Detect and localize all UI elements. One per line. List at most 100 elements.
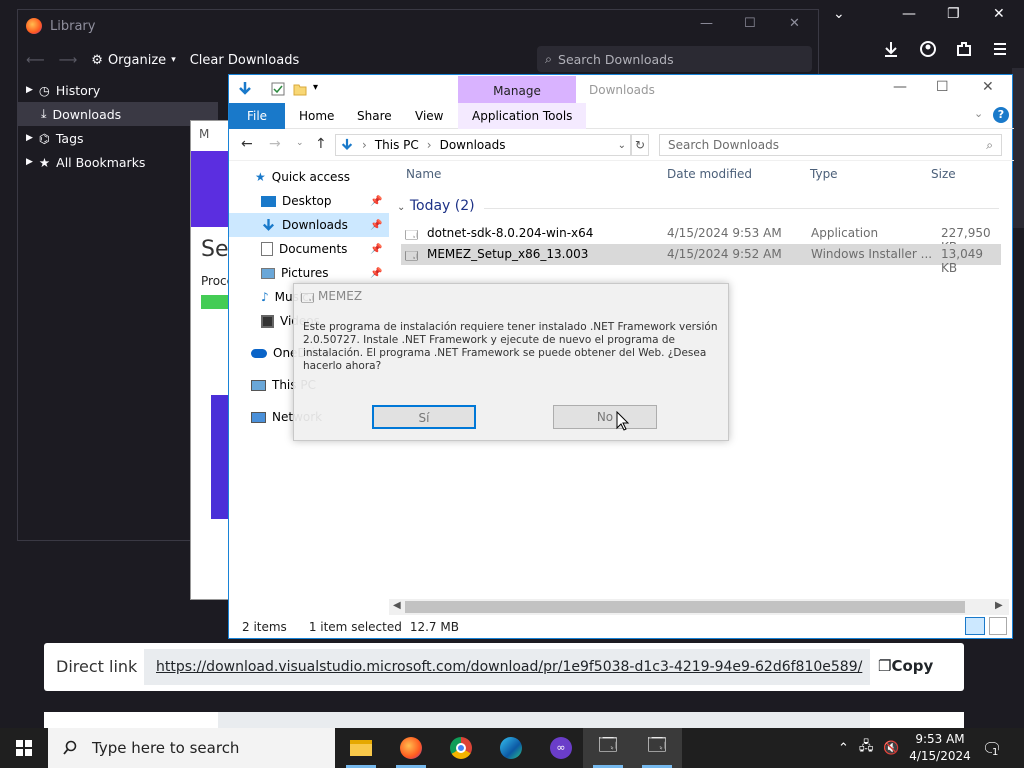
file-explorer-icon[interactable] xyxy=(336,728,386,768)
video-icon xyxy=(261,314,274,328)
desktop-icon xyxy=(261,195,276,207)
address-bar[interactable]: › This PC › Downloads ⌄ xyxy=(335,134,631,156)
pin-icon: 📌 xyxy=(370,195,383,207)
yes-button[interactable]: Sí xyxy=(372,405,476,429)
clock-time: 9:53 AM xyxy=(915,732,965,746)
group-header[interactable]: ⌄ Today (2) xyxy=(397,198,475,214)
status-item-count: 2 items xyxy=(242,620,287,634)
network-icon[interactable]: 🖧 xyxy=(859,737,874,759)
second-link-url[interactable] xyxy=(218,712,870,728)
copy-button[interactable]: ❐Copy xyxy=(878,657,933,675)
sidebar-item-history[interactable]: ▶ ◷ History xyxy=(18,78,218,102)
back-icon[interactable]: ← xyxy=(241,136,253,152)
downloads-icon[interactable] xyxy=(882,40,900,58)
installer-icon[interactable]: 🗔 xyxy=(583,728,633,768)
show-hidden-icons-icon[interactable]: ⌃ xyxy=(838,741,849,756)
maximize-button[interactable]: ☐ xyxy=(936,79,949,95)
app-icon[interactable]: ∞ xyxy=(536,728,586,768)
start-button[interactable] xyxy=(0,728,48,768)
chrome-icon[interactable] xyxy=(436,728,486,768)
help-icon[interactable]: ? xyxy=(993,107,1009,123)
installer-icon[interactable]: 🗔 xyxy=(632,728,682,768)
second-link-bar xyxy=(44,712,964,728)
network-icon xyxy=(251,411,266,423)
quick-access-toolbar-icon[interactable] xyxy=(237,81,253,97)
firefox-icon[interactable] xyxy=(386,728,436,768)
nav-quick-access[interactable]: ★ Quick access xyxy=(229,165,389,189)
maximize-button[interactable]: ☐ xyxy=(744,16,756,31)
notification-center-button[interactable]: 🗨1 xyxy=(982,728,1002,768)
status-selected: 1 item selected xyxy=(308,620,402,634)
volume-muted-icon[interactable]: 🔇 xyxy=(883,741,899,756)
music-icon: ♪ xyxy=(261,290,269,304)
edge-icon[interactable] xyxy=(486,728,536,768)
pictures-icon xyxy=(261,267,275,279)
extensions-icon[interactable] xyxy=(955,40,973,58)
sidebar-item-tags[interactable]: ▶ ⌬ Tags xyxy=(18,126,218,150)
close-button[interactable]: ✕ xyxy=(993,6,1005,22)
large-icons-view-icon[interactable] xyxy=(989,617,1007,635)
column-header-type[interactable]: Type xyxy=(810,167,838,181)
sidebar-item-downloads[interactable]: ⤓ Downloads xyxy=(18,102,218,126)
forward-icon[interactable]: → xyxy=(269,136,281,152)
refresh-button[interactable]: ↻ xyxy=(631,134,649,156)
ribbon-expand-icon[interactable]: ⌄ xyxy=(974,107,983,120)
restore-button[interactable]: ❐ xyxy=(947,6,960,22)
sidebar-item-bookmarks[interactable]: ▶ ★ All Bookmarks xyxy=(18,150,218,174)
tab-view[interactable]: View xyxy=(415,103,443,129)
file-row-dotnet[interactable]: 🗔 dotnet-sdk-8.0.204-win-x64 4/15/2024 9… xyxy=(401,223,1001,254)
nav-pictures[interactable]: Pictures 📌 xyxy=(229,261,389,285)
tab-application-tools[interactable]: Application Tools xyxy=(458,103,587,129)
tab-share[interactable]: Share xyxy=(357,103,392,129)
column-header-size[interactable]: Size xyxy=(931,167,956,181)
menu-icon[interactable] xyxy=(991,40,1009,58)
minimize-button[interactable]: — xyxy=(893,79,907,95)
organize-button[interactable]: ⚙ Organize ▾ xyxy=(91,53,175,68)
search-input[interactable]: Search Downloads ⌕ xyxy=(659,134,1002,156)
qat-dropdown-icon[interactable]: ▾ xyxy=(313,82,318,93)
direct-link-url[interactable]: https://download.visualstudio.microsoft.… xyxy=(144,649,870,685)
column-header-name[interactable]: Name xyxy=(406,167,441,181)
up-icon[interactable]: ↑ xyxy=(315,136,327,152)
no-button[interactable]: No xyxy=(553,405,657,429)
file-row-memez[interactable]: 🗔 MEMEZ_Setup_x86_13.003 4/15/2024 9:52 … xyxy=(401,244,1001,275)
back-icon[interactable]: ⟵ xyxy=(26,53,45,68)
direct-link-bar: Direct link https://download.visualstudi… xyxy=(44,643,964,691)
clock[interactable]: 9:53 AM 4/15/2024 xyxy=(908,731,972,765)
folder-icon[interactable] xyxy=(293,82,307,96)
tab-file[interactable]: File xyxy=(229,103,285,129)
column-header-date[interactable]: Date modified xyxy=(667,167,752,181)
tab-list-icon[interactable]: ⌄ xyxy=(833,6,845,22)
nav-documents[interactable]: Documents 📌 xyxy=(229,237,389,261)
clear-downloads-button[interactable]: Clear Downloads xyxy=(190,53,300,68)
minimize-button[interactable]: — xyxy=(902,6,916,22)
nav-desktop[interactable]: Desktop 📌 xyxy=(229,189,389,213)
account-icon[interactable] xyxy=(919,40,937,58)
breadcrumb-this-pc[interactable]: This PC xyxy=(375,138,419,152)
file-name: MEMEZ_Setup_x86_13.003 xyxy=(427,247,589,261)
download-icon xyxy=(341,138,353,151)
horizontal-scrollbar[interactable]: ◀ ▶ xyxy=(389,599,1009,615)
close-button[interactable]: ✕ xyxy=(982,79,994,95)
breadcrumb-downloads[interactable]: Downloads xyxy=(440,138,506,152)
nav-downloads[interactable]: Downloads 📌 xyxy=(229,213,389,237)
recent-locations-icon[interactable]: ⌄ xyxy=(296,138,304,148)
manage-tab-header[interactable]: Manage xyxy=(458,76,576,104)
explorer-titlebar: ▾ Manage Downloads — ☐ ✕ xyxy=(229,75,1012,104)
download-icon xyxy=(262,218,275,231)
close-button[interactable]: ✕ xyxy=(789,16,800,31)
minimize-button[interactable]: — xyxy=(700,16,713,31)
clock-icon: ◷ xyxy=(38,82,50,98)
address-dropdown-icon[interactable]: ⌄ xyxy=(618,140,626,151)
taskbar-search-input[interactable]: Type here to search xyxy=(48,728,335,768)
setup-progress-bar xyxy=(201,295,231,309)
library-search-input[interactable]: ⌕ Search Downloads xyxy=(537,46,812,72)
tab-home[interactable]: Home xyxy=(299,103,334,129)
details-view-icon[interactable] xyxy=(965,617,985,635)
forward-icon[interactable]: ⟶ xyxy=(59,53,78,68)
library-title: Library xyxy=(50,18,96,34)
scroll-left-icon[interactable]: ◀ xyxy=(393,600,401,611)
scroll-right-icon[interactable]: ▶ xyxy=(995,600,1003,611)
scrollbar-thumb[interactable] xyxy=(405,601,965,613)
properties-icon[interactable] xyxy=(271,82,285,96)
